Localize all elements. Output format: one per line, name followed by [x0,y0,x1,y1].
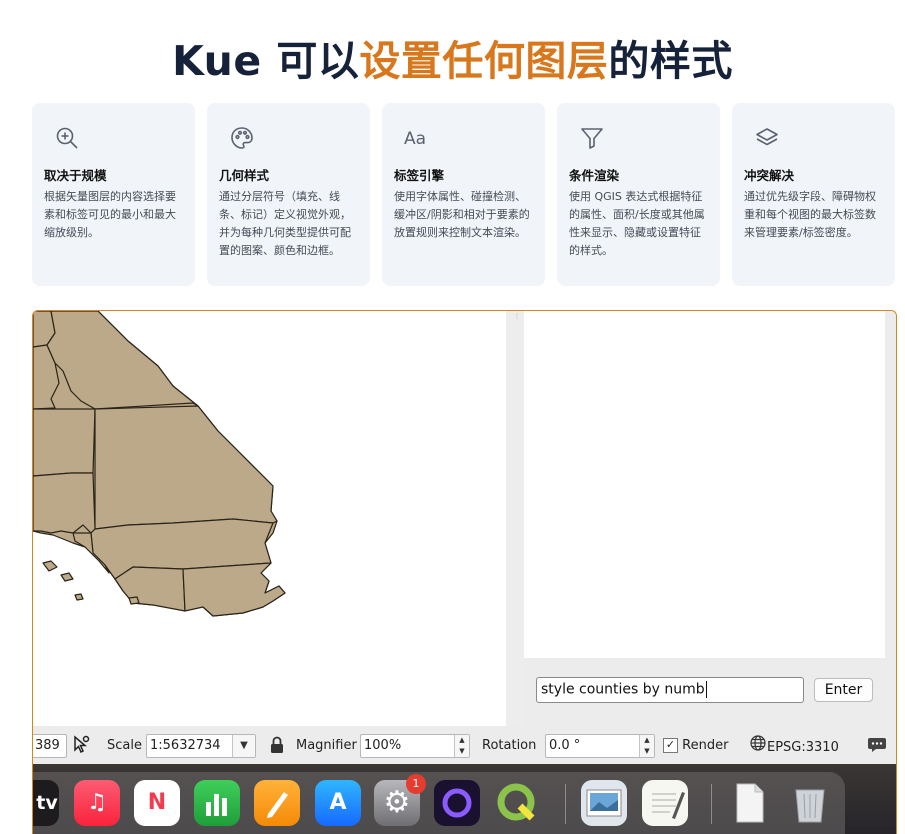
county-shape [114,566,186,612]
feature-card-title: 标签引擎 [394,168,445,183]
palette-icon [229,125,257,153]
magnifier-value: 100% [364,738,402,753]
news-glyph: N [147,790,167,815]
scale-select[interactable]: 1:5632734 ▼ [146,734,256,758]
dock-divider [711,784,712,824]
rotation-spinbox[interactable]: 0.0 ° ▲ ▼ [545,734,655,758]
dock-divider [565,784,566,824]
coordinate-field[interactable]: 389 [33,734,67,758]
lock-icon[interactable] [269,734,287,758]
ring-app-icon[interactable] [434,780,480,826]
island-shape [60,572,74,582]
feature-card-title: 几何样式 [219,168,270,183]
feature-card-scale: 取决于规模 根据矢量图层的内容选择要素和标签可见的最小和最大缩放级别。 [32,103,195,286]
chevron-down-icon: ▼ [232,735,255,757]
status-bar: 389 Scale 1:5632734 ▼ Magnifier 100% ▲ ▼ Ro… [33,726,896,764]
feature-card-description: 通过优先级字段、障碍物权重和每个视图的最大标签数来管理要素/标签密度。 [744,190,876,239]
crs-button[interactable]: EPSG:3310 [749,734,839,758]
news-icon[interactable]: N [134,780,180,826]
zoom-in-icon [54,125,82,153]
macos-dock: tv ♫ N A ⚙ 1 [33,764,896,834]
stepper-arrows-icon[interactable]: ▲ ▼ [454,735,469,757]
preview-icon[interactable] [581,780,627,826]
chat-output-pane [524,311,885,658]
feature-card-title: 冲突解决 [744,168,795,183]
island-shape [128,596,140,605]
numbers-icon[interactable] [194,780,240,826]
magnifier-label: Magnifier [296,738,357,753]
rotation-label: Rotation [482,738,537,753]
enter-button[interactable]: Enter [814,678,873,702]
layers-icon [754,125,782,153]
feature-card-description: 根据矢量图层的内容选择要素和标签可见的最小和最大缩放级别。 [44,190,176,239]
render-checkbox-group[interactable]: ✓ Render [663,734,728,758]
county-map [33,311,286,617]
command-input[interactable]: style counties by numb [536,677,804,703]
qgis-icon[interactable] [494,780,540,826]
scale-value: 1:5632734 [150,738,221,753]
messages-icon[interactable] [867,734,889,758]
app-store-glyph: A [329,790,347,815]
feature-card-geometry: 几何样式 通过分层符号（填充、线条、标记）定义视觉外观，并为每种几何类型提供可配… [207,103,370,286]
mouse-pointer-icon[interactable] [71,734,91,758]
text-caret [705,681,707,698]
county-shape [33,408,96,477]
document-icon[interactable] [727,780,773,826]
feature-card-conflicts: 冲突解决 通过优先级字段、障碍物权重和每个视图的最大标签数来管理要素/标签密度。 [732,103,895,286]
panel-splitter[interactable]: ⋮ [506,311,524,726]
magnifier-spinbox[interactable]: 100% ▲ ▼ [360,734,470,758]
textedit-icon[interactable] [642,780,688,826]
qgis-app-window: ⋮ style counties by numb Enter 389 Scale… [32,310,897,834]
music-icon[interactable]: ♫ [74,780,120,826]
map-canvas[interactable] [33,311,506,726]
feature-card-description: 使用 QGIS 表达式根据特征的属性、面积/长度或其他属性来显示、隐藏或设置特征… [569,190,705,257]
feature-card-labels: Aa 标签引擎 使用字体属性、碰撞检测、缓冲区/阴影和相对于要素的放置规则来控制… [382,103,545,286]
apple-tv-glyph: tv [36,792,58,814]
command-input-value: style counties by numb [541,681,705,698]
feature-card-conditional: 条件渲染 使用 QGIS 表达式根据特征的属性、面积/长度或其他属性来显示、隐藏… [557,103,720,286]
kue-panel: style counties by numb Enter [524,311,896,726]
app-store-icon[interactable]: A [315,780,361,826]
hero-title-accent: 设置任何图层 [359,37,609,86]
feature-cards: 取决于规模 根据矢量图层的内容选择要素和标签可见的最小和最大缩放级别。 几何样式… [32,103,895,286]
feature-card-description: 通过分层符号（填充、线条、标记）定义视觉外观，并为每种几何类型提供可配置的图案、… [219,190,351,257]
scale-label: Scale [107,738,142,753]
coordinate-value: 389 [35,738,60,753]
gear-glyph: ⚙ [383,785,411,820]
hero-title-prefix: Kue 可以 [172,37,360,86]
music-glyph: ♫ [87,790,107,815]
trash-icon[interactable] [787,780,833,826]
crs-label: EPSG:3310 [767,740,839,755]
island-shape [42,560,58,572]
hero-title-suffix: 的样式 [608,37,733,86]
notification-badge: 1 [406,774,426,794]
county-shape [182,562,286,617]
render-checkbox[interactable]: ✓ [663,738,678,753]
pages-icon[interactable] [254,780,300,826]
county-shape [94,405,278,530]
apple-tv-icon[interactable]: tv [33,780,59,826]
feature-card-description: 使用字体属性、碰撞检测、缓冲区/阴影和相对于要素的放置规则来控制文本渲染。 [394,190,530,239]
feature-card-title: 取决于规模 [44,168,107,183]
filter-icon [579,125,607,153]
rotation-value: 0.0 ° [549,738,581,753]
stepper-arrows-icon[interactable]: ▲ ▼ [639,735,654,757]
island-shape [74,593,84,601]
globe-icon [749,734,767,761]
county-shape [33,472,96,534]
render-label: Render [682,738,729,753]
hero-title: Kue 可以设置任何图层的样式 [0,33,905,89]
feature-card-title: 条件渲染 [569,168,620,183]
font-aa-icon: Aa [404,129,427,149]
